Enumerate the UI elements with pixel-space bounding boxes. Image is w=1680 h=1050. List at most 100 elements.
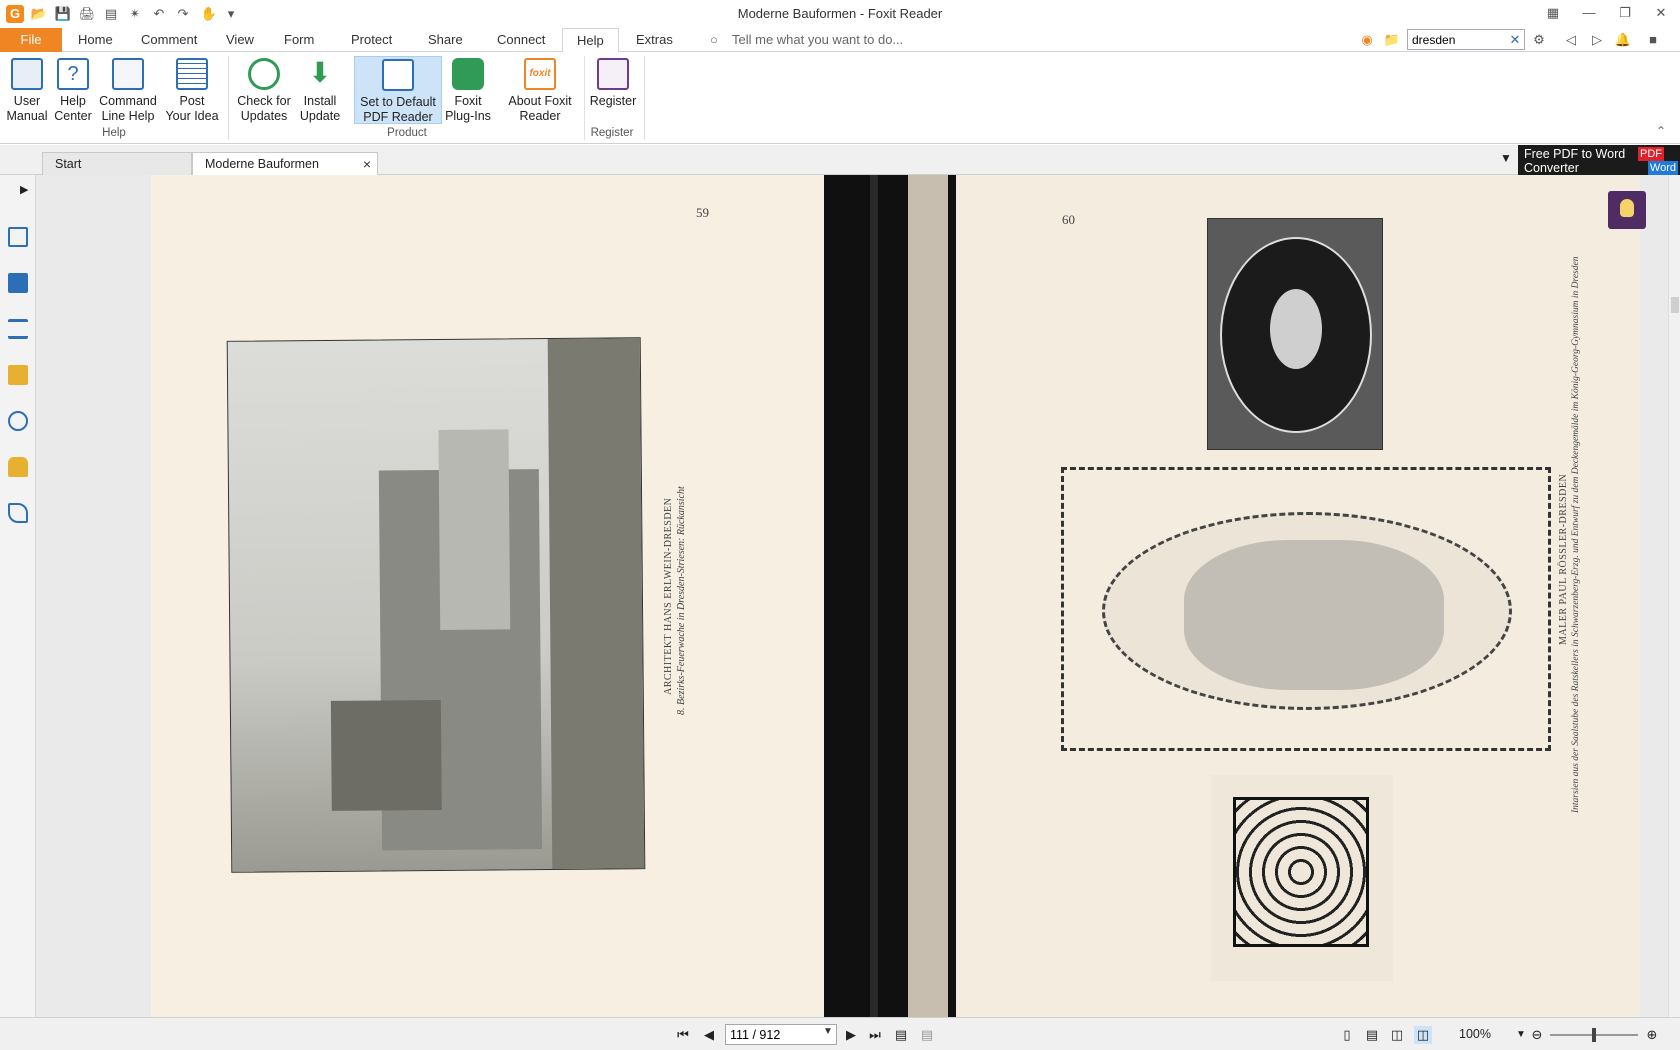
post-your-idea-button[interactable]: Post Your Idea: [162, 56, 222, 124]
tab-start[interactable]: Start: [42, 152, 192, 175]
tell-me-search[interactable]: ○ Tell me what you want to do...: [710, 28, 903, 52]
zoom-out-icon[interactable]: ⊖: [1528, 1026, 1546, 1044]
intarsia-oval-panel: [1207, 218, 1383, 450]
install-update-button[interactable]: ⬇ Install Update: [296, 56, 344, 124]
tab-home[interactable]: Home: [64, 28, 127, 52]
command-line-icon: [112, 58, 144, 90]
security-lock-icon[interactable]: [8, 457, 28, 477]
download-arrow-icon: ⬇: [308, 57, 332, 88]
group-divider: [228, 56, 229, 140]
command-line-help-button[interactable]: Command Line Help: [98, 56, 158, 124]
single-page-view-icon[interactable]: ▯: [1338, 1026, 1356, 1044]
page-thumbnails-icon[interactable]: [8, 273, 28, 293]
continuous-facing-view-icon[interactable]: ◫: [1414, 1026, 1432, 1044]
scrollbar-thumb[interactable]: [1671, 297, 1679, 313]
window-title: Moderne Bauformen - Foxit Reader: [737, 6, 943, 21]
figure-caption-painter: MALER PAUL RÖSSLER-DRESDEN: [1558, 473, 1569, 645]
zoom-level[interactable]: 100%: [1459, 1027, 1491, 1041]
status-bar: ⏮ ◀ ▼ ▶ ⏭ ▤ ▤ ▯ ▤ ◫ ◫ 100% ▼ ⊖ ⊕: [0, 1017, 1680, 1050]
user-manual-button[interactable]: User Manual: [4, 56, 50, 124]
maximize-button[interactable]: ❐: [1607, 2, 1643, 24]
group-divider: [644, 56, 645, 140]
previous-page-icon[interactable]: ◀: [700, 1026, 718, 1044]
next-view-icon[interactable]: ▤: [918, 1026, 936, 1044]
figure-caption-architect: ARCHITEKT HANS ERLWEIN-DRESDEN: [663, 497, 674, 695]
page-gutter: [824, 175, 956, 1017]
clear-search-icon[interactable]: ✕: [1506, 30, 1524, 50]
pdf-badge: PDF: [1638, 147, 1664, 161]
facing-view-icon[interactable]: ◫: [1388, 1026, 1406, 1044]
pdf-to-word-promo[interactable]: Free PDF to Word Converter PDF Word: [1518, 145, 1680, 175]
comments-icon[interactable]: [8, 365, 28, 385]
help-center-button[interactable]: ? Help Center: [52, 56, 94, 124]
register-button[interactable]: Register: [588, 56, 638, 124]
signatures-icon[interactable]: [8, 503, 28, 523]
next-page-icon[interactable]: ▶: [842, 1026, 860, 1044]
minimize-button[interactable]: —: [1571, 2, 1607, 24]
document-view[interactable]: 59 ARCHITEKT HANS ERLWEIN-DRESDEN 8. Bez…: [36, 175, 1668, 1017]
title-bar: G 📂 💾 🖨 ▤ ✴ ↶ ↷ ✋ ▾ Moderne Bauformen - …: [0, 0, 1680, 28]
tab-help[interactable]: Help: [562, 28, 619, 53]
tab-list-dropdown-icon[interactable]: ▼: [1500, 151, 1512, 165]
tab-form[interactable]: Form: [270, 28, 328, 52]
tab-comment[interactable]: Comment: [127, 28, 211, 52]
previous-view-icon[interactable]: ▤: [892, 1026, 910, 1044]
zoom-slider-thumb[interactable]: [1592, 1028, 1596, 1042]
tab-view[interactable]: View: [212, 28, 268, 52]
zoom-in-icon[interactable]: ⊕: [1643, 1026, 1661, 1044]
tab-moderne-bauformen[interactable]: Moderne Bauformen ×: [192, 152, 378, 176]
document-tab-bar: Start Moderne Bauformen × ▼: [0, 145, 1680, 176]
smart-assistant-button[interactable]: [1608, 191, 1646, 229]
next-result-icon[interactable]: ▷: [1588, 30, 1606, 50]
restore-ribbon-icon[interactable]: ▦: [1535, 2, 1571, 24]
lightbulb-icon: [1620, 199, 1634, 217]
page-number: 60: [1062, 212, 1075, 227]
user-account-icon[interactable]: ■: [1644, 30, 1662, 50]
close-tab-icon[interactable]: ×: [363, 153, 371, 175]
page-number-input[interactable]: [725, 1024, 837, 1045]
word-badge: Word: [1647, 161, 1678, 175]
foxit-logo-icon: foxit: [524, 58, 556, 90]
tell-me-placeholder: Tell me what you want to do...: [732, 32, 904, 47]
register-user-icon: [597, 58, 629, 90]
first-page-icon[interactable]: ⏮: [674, 1026, 692, 1044]
tab-protect[interactable]: Protect: [337, 28, 406, 52]
update-refresh-icon: [248, 58, 280, 90]
set-default-reader-button[interactable]: Set to Default PDF Reader: [354, 56, 442, 124]
group-label-help: Help: [102, 127, 126, 139]
close-window-button[interactable]: ✕: [1643, 2, 1679, 24]
foxit-plugins-button[interactable]: Foxit Plug-Ins: [444, 56, 492, 124]
expand-panel-icon[interactable]: ▶: [20, 183, 28, 196]
lightbulb-icon: ○: [710, 32, 718, 47]
find-folder-icon[interactable]: 📁: [1383, 30, 1401, 50]
pdf-page-60: 60 MALER PAUL RÖSSLER-DRESDEN Intarsien …: [956, 175, 1640, 1017]
figure-caption-description: Intarsien aus der Saalstube des Ratskell…: [1571, 256, 1581, 813]
pdf-page-59: 59 ARCHITEKT HANS ERLWEIN-DRESDEN 8. Bez…: [151, 175, 824, 1017]
vertical-scrollbar[interactable]: [1668, 175, 1680, 1017]
continuous-view-icon[interactable]: ▤: [1363, 1026, 1381, 1044]
puzzle-piece-icon: [452, 58, 484, 90]
about-foxit-button[interactable]: foxit About Foxit Reader: [500, 56, 580, 124]
page-dropdown-icon[interactable]: ▼: [823, 1026, 833, 1037]
bookmarks-icon[interactable]: [8, 227, 28, 247]
pdf-gear-icon: [382, 59, 414, 91]
navigation-panel: ▶: [0, 175, 36, 1017]
group-label-product: Product: [387, 127, 427, 139]
group-label-register: Register: [590, 127, 634, 139]
check-for-updates-button[interactable]: Check for Updates: [234, 56, 294, 124]
tab-share[interactable]: Share: [414, 28, 477, 52]
ceiling-painting-design: [1061, 467, 1551, 751]
settings-gear-icon[interactable]: ⚙: [1530, 30, 1548, 50]
last-page-icon[interactable]: ⏭: [866, 1026, 884, 1044]
favorite-icon[interactable]: ◉: [1358, 30, 1376, 50]
notification-bell-icon[interactable]: 🔔: [1614, 30, 1632, 50]
tab-file[interactable]: File: [0, 28, 62, 52]
layers-icon[interactable]: [8, 319, 28, 339]
previous-result-icon[interactable]: ◁: [1562, 30, 1580, 50]
attachments-paperclip-icon[interactable]: [8, 411, 28, 431]
help-question-icon: ?: [57, 58, 89, 90]
tab-connect[interactable]: Connect: [483, 28, 559, 52]
collapse-ribbon-icon[interactable]: ⌃: [1656, 124, 1666, 138]
idea-notepad-icon: [176, 58, 208, 90]
tab-extras[interactable]: Extras: [622, 28, 687, 52]
